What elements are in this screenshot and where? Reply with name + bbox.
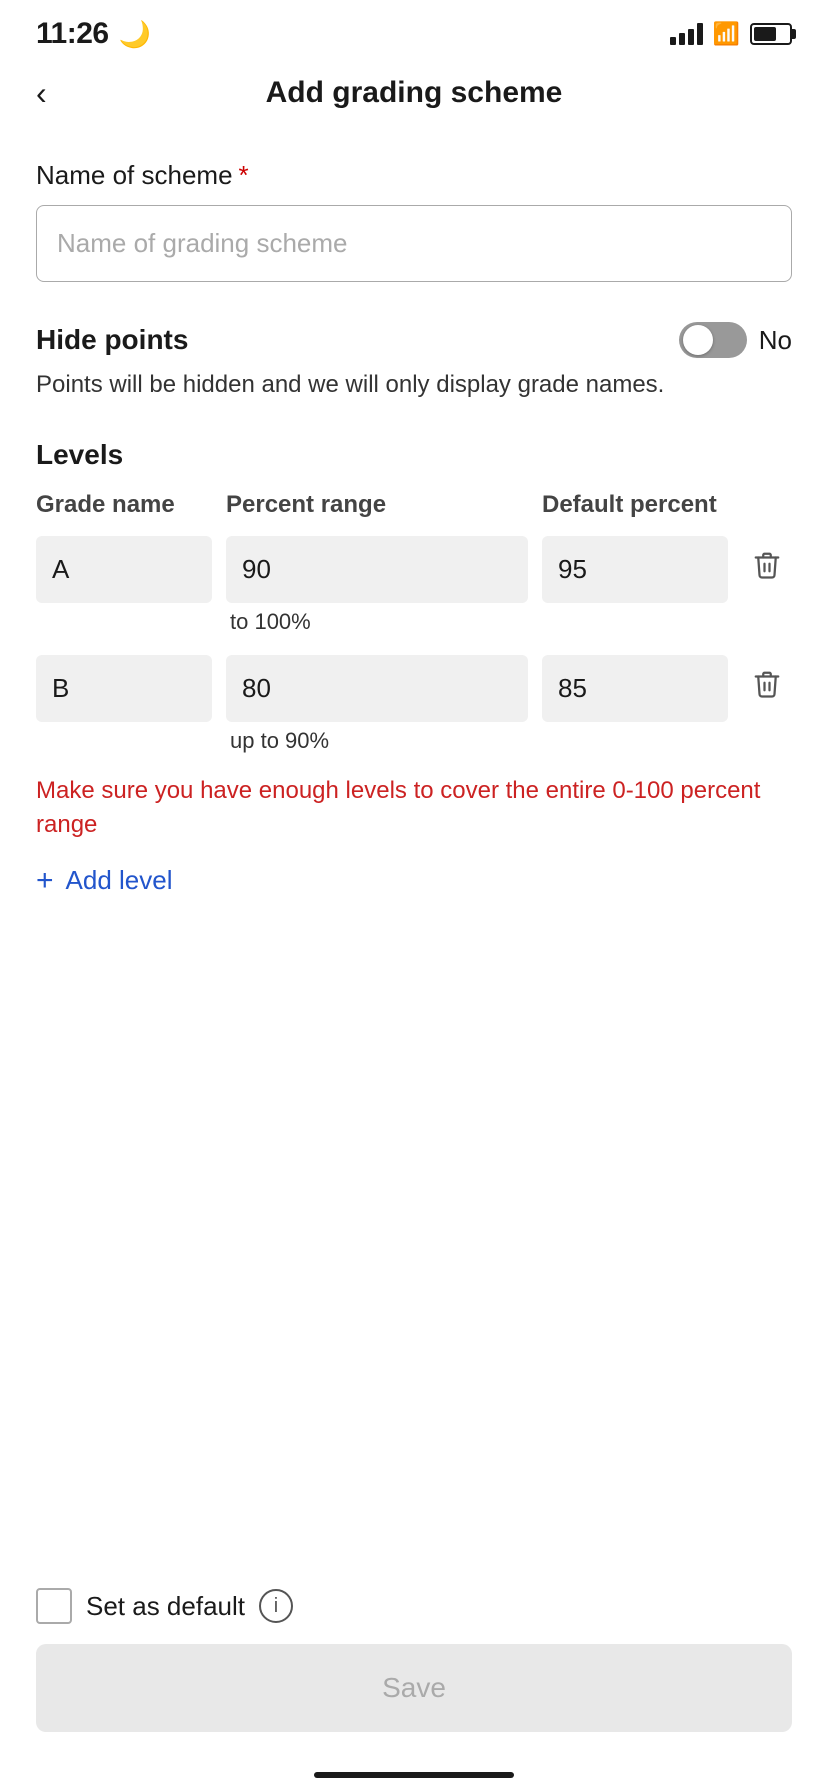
name-field-section: Name of scheme *: [36, 160, 792, 282]
nav-header: ‹ Add grading scheme: [0, 60, 828, 126]
signal-icon: [670, 23, 703, 45]
level-row: up to 90%: [36, 655, 792, 754]
info-icon[interactable]: i: [259, 1589, 293, 1623]
col-header-default: Default percent: [542, 489, 742, 520]
default-percent-wrap-1: [542, 536, 742, 603]
delete-level-1-button[interactable]: [742, 536, 792, 580]
home-indicator: [314, 1772, 514, 1778]
toggle-row: No: [679, 322, 792, 358]
default-percent-input-2[interactable]: [542, 655, 728, 722]
scheme-name-input[interactable]: [36, 205, 792, 282]
range-label-1: to 100%: [226, 609, 528, 635]
hide-points-toggle[interactable]: [679, 322, 747, 358]
set-default-checkbox[interactable]: [36, 1588, 72, 1624]
percent-range-wrap-2: up to 90%: [226, 655, 542, 754]
levels-section: Levels Grade name Percent range Default …: [36, 439, 792, 896]
range-label-2: up to 90%: [226, 728, 528, 754]
level-row: to 100%: [36, 536, 792, 635]
levels-title: Levels: [36, 439, 792, 471]
hide-points-label: Hide points: [36, 324, 188, 356]
grade-name-input-1[interactable]: [36, 536, 212, 603]
col-header-grade: Grade name: [36, 489, 226, 520]
add-level-label: Add level: [66, 865, 173, 896]
main-content: Name of scheme * Hide points No Points w…: [0, 136, 828, 920]
percent-from-input-1[interactable]: [226, 536, 528, 603]
percent-from-input-2[interactable]: [226, 655, 528, 722]
battery-icon: [750, 23, 792, 45]
delete-level-2-button[interactable]: [742, 655, 792, 699]
toggle-knob: [683, 325, 713, 355]
add-level-plus-icon: +: [36, 866, 54, 896]
grade-name-wrap-1: [36, 536, 226, 603]
required-indicator: *: [239, 160, 249, 191]
set-default-row: Set as default i: [36, 1588, 792, 1624]
default-percent-input-1[interactable]: [542, 536, 728, 603]
add-level-button[interactable]: + Add level: [36, 865, 792, 896]
set-default-label: Set as default: [86, 1591, 245, 1622]
toggle-status: No: [759, 325, 792, 356]
hide-points-section: Hide points No Points will be hidden and…: [36, 322, 792, 403]
error-message: Make sure you have enough levels to cove…: [36, 774, 792, 841]
col-header-percent: Percent range: [226, 489, 542, 520]
status-bar: 11:26 🌙 📶: [0, 0, 828, 60]
default-percent-wrap-2: [542, 655, 742, 722]
levels-header: Grade name Percent range Default percent: [36, 489, 792, 520]
name-label: Name of scheme *: [36, 160, 792, 191]
status-icons: 📶: [670, 21, 792, 47]
percent-range-wrap-1: to 100%: [226, 536, 542, 635]
back-button[interactable]: ‹: [36, 77, 47, 109]
wifi-icon: 📶: [713, 21, 740, 47]
grade-name-wrap-2: [36, 655, 226, 722]
bottom-section: Set as default i Save: [0, 1588, 828, 1732]
save-button[interactable]: Save: [36, 1644, 792, 1732]
hide-points-row: Hide points No: [36, 322, 792, 358]
moon-icon: 🌙: [119, 19, 151, 50]
hide-points-description: Points will be hidden and we will only d…: [36, 368, 792, 403]
page-title: Add grading scheme: [266, 76, 563, 110]
grade-name-input-2[interactable]: [36, 655, 212, 722]
status-time: 11:26: [36, 17, 109, 51]
